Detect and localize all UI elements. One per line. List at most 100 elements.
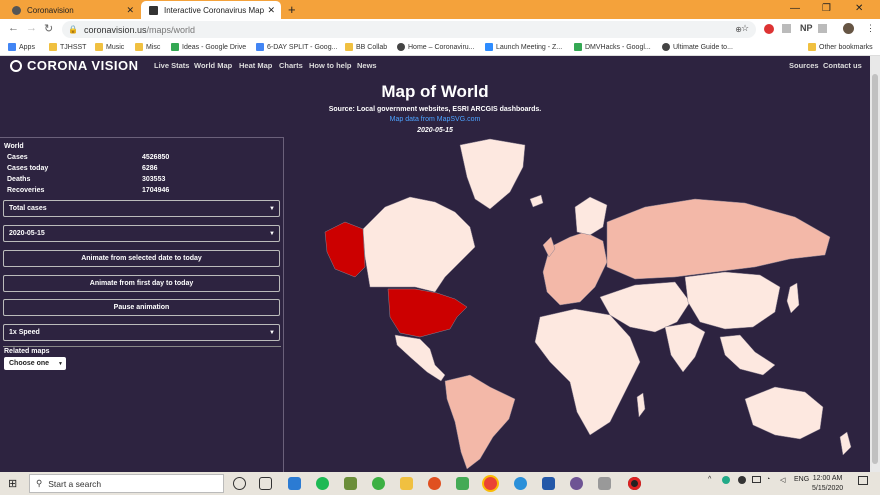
map-region-india[interactable] xyxy=(664,322,706,373)
site-logo[interactable]: CORONA VISION xyxy=(10,58,138,73)
bookmark-tjhsst[interactable]: TJHSST xyxy=(49,43,86,51)
nav-world-map[interactable]: World Map xyxy=(194,61,232,70)
language-indicator[interactable]: ENG xyxy=(794,476,809,483)
bookmark-home-coronavirus[interactable]: Home – Coronaviru... xyxy=(397,43,475,51)
bookmark-bb-collab[interactable]: BB Collab xyxy=(345,43,387,51)
map-region-iceland[interactable] xyxy=(529,194,544,208)
map-region-africa[interactable] xyxy=(534,308,641,436)
page-scrollbar[interactable] xyxy=(870,56,880,472)
new-tab-button[interactable]: + xyxy=(288,2,296,17)
world-map[interactable] xyxy=(285,137,870,472)
close-icon[interactable]: ✕ xyxy=(267,5,275,16)
bookmark-ultimate-guide[interactable]: Ultimate Guide to... xyxy=(662,43,733,51)
extension-k-icon[interactable] xyxy=(782,24,791,33)
nav-sources[interactable]: Sources xyxy=(789,61,819,70)
date-select[interactable]: 2020-05-15 ▼ xyxy=(3,225,280,242)
taskbar-clock[interactable]: 12:00 AM 5/15/2020 xyxy=(812,474,843,494)
map-region-greenland[interactable] xyxy=(459,138,526,210)
adblock-icon[interactable] xyxy=(764,24,774,34)
bookmark-dmvhacks[interactable]: DMVHacks - Googl... xyxy=(574,43,651,51)
app-icon[interactable] xyxy=(598,477,611,490)
bookmark-music[interactable]: Music xyxy=(95,43,124,51)
tab-coronavision[interactable]: Coronavision ✕ xyxy=(4,1,140,19)
map-region-australia[interactable] xyxy=(744,386,824,440)
window-close-icon[interactable]: ✕ xyxy=(855,3,863,14)
nav-how-to-help[interactable]: How to help xyxy=(309,61,352,70)
bookmark-6day-split[interactable]: 6-DAY SPLIT - Goog... xyxy=(256,43,337,51)
stat-row: Cases 4526850 xyxy=(7,154,170,161)
bookmark-ideas[interactable]: Ideas - Google Drive xyxy=(171,43,246,51)
nav-charts[interactable]: Charts xyxy=(279,61,303,70)
bookmark-launch-meeting[interactable]: Launch Meeting - Z... xyxy=(485,43,562,51)
task-view-icon[interactable] xyxy=(259,477,272,490)
mapsvg-link[interactable]: Map data from MapSVG.com xyxy=(0,116,870,123)
tray-app-icon[interactable] xyxy=(738,476,746,484)
nav-heat-map[interactable]: Heat Map xyxy=(239,61,272,70)
cortana-icon[interactable] xyxy=(233,477,246,490)
file-explorer-icon[interactable] xyxy=(400,477,413,490)
tray-chevron-icon[interactable]: ^ xyxy=(708,476,711,483)
map-region-new-zealand[interactable] xyxy=(839,431,852,456)
forward-icon[interactable]: → xyxy=(26,22,37,34)
site-navbar: CORONA VISION Live Stats World Map Heat … xyxy=(0,56,870,74)
volume-icon[interactable]: ◁ xyxy=(780,476,785,484)
tray-app-icon[interactable] xyxy=(722,476,730,484)
notifications-icon[interactable] xyxy=(858,476,868,485)
menu-icon[interactable]: ⋮ xyxy=(866,23,875,34)
tab-world-map[interactable]: Interactive Coronavirus Map - Co ✕ xyxy=(141,1,281,19)
map-region-mexico[interactable] xyxy=(394,334,446,382)
spotify-icon[interactable] xyxy=(316,477,329,490)
bookmark-apps[interactable]: Apps xyxy=(8,43,35,51)
wechat-icon[interactable] xyxy=(372,477,385,490)
map-region-madagascar[interactable] xyxy=(636,392,646,418)
pause-animation-button[interactable]: Pause animation xyxy=(3,299,280,316)
map-region-canada[interactable] xyxy=(362,196,476,293)
windows-start-icon[interactable]: ⊞ xyxy=(8,477,17,490)
speed-select[interactable]: 1x Speed ▼ xyxy=(3,324,280,341)
battery-icon[interactable] xyxy=(752,476,761,483)
minimize-icon[interactable]: — xyxy=(790,3,800,14)
related-maps-select[interactable]: Choose one ▼ xyxy=(4,357,66,370)
maximize-icon[interactable]: ❐ xyxy=(822,3,831,14)
map-region-russia[interactable] xyxy=(606,198,831,280)
map-region-usa[interactable] xyxy=(387,288,468,338)
reload-icon[interactable]: ↻ xyxy=(44,22,53,35)
app-icon[interactable] xyxy=(456,477,469,490)
map-region-south-america[interactable] xyxy=(444,374,516,470)
docs-icon xyxy=(256,43,264,51)
back-icon[interactable]: ← xyxy=(8,22,19,34)
nav-contact-us[interactable]: Contact us xyxy=(823,61,862,70)
star-icon[interactable]: ☆ xyxy=(741,23,749,34)
map-region-alaska[interactable] xyxy=(324,221,366,278)
animate-first-day-button[interactable]: Animate from first day to today xyxy=(3,275,280,292)
profile-avatar[interactable] xyxy=(843,23,854,34)
animate-selected-button[interactable]: Animate from selected date to today xyxy=(3,250,280,267)
obs-icon[interactable] xyxy=(628,477,641,490)
minecraft-icon[interactable] xyxy=(344,477,357,490)
scrollbar-thumb[interactable] xyxy=(872,74,878,464)
map-region-japan[interactable] xyxy=(786,282,800,314)
logo-icon xyxy=(10,59,22,72)
firefox-icon[interactable] xyxy=(428,477,441,490)
bookmark-other[interactable]: Other bookmarks xyxy=(808,43,873,51)
github-icon[interactable] xyxy=(570,477,583,490)
taskbar-search-input[interactable]: ⚲ Start a search xyxy=(29,474,224,493)
address-bar[interactable]: 🔒 coronavision.us/maps/world ⊕ xyxy=(62,21,756,38)
map-region-scandinavia[interactable] xyxy=(574,196,608,236)
map-region-china[interactable] xyxy=(684,271,781,330)
bookmark-misc[interactable]: Misc xyxy=(135,43,160,51)
map-region-southeast-asia[interactable] xyxy=(719,334,776,376)
powershell-icon[interactable] xyxy=(542,477,555,490)
close-icon[interactable]: ✕ xyxy=(126,5,134,16)
edge-icon[interactable] xyxy=(514,477,527,490)
extension-np-icon[interactable]: NP xyxy=(800,23,813,33)
extension-icon[interactable] xyxy=(818,24,827,33)
nav-live-stats[interactable]: Live Stats xyxy=(154,61,189,70)
metric-select[interactable]: Total cases ▼ xyxy=(3,200,280,217)
chrome-icon[interactable] xyxy=(484,477,497,490)
folder-icon xyxy=(345,43,353,51)
nav-news[interactable]: News xyxy=(357,61,377,70)
wifi-icon[interactable]: ◔ xyxy=(766,476,770,483)
vscode-icon[interactable] xyxy=(288,477,301,490)
folder-icon xyxy=(135,43,143,51)
